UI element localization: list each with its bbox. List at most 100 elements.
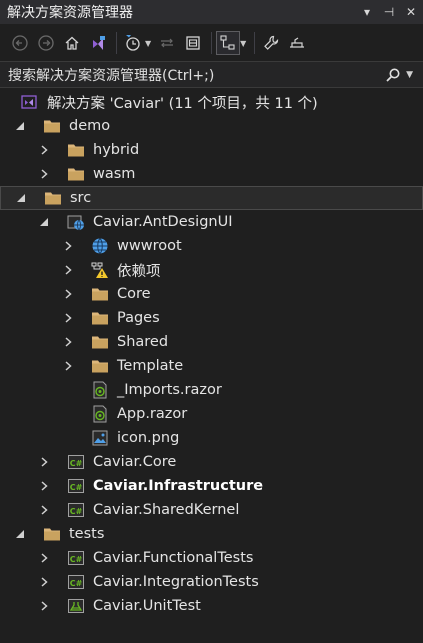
tree-item-依赖项[interactable]: 依赖项 <box>0 258 423 282</box>
tree-item-pages[interactable]: Pages <box>0 306 423 330</box>
back-button[interactable] <box>8 31 32 55</box>
collapsed-arrow-icon[interactable] <box>38 576 50 588</box>
collapsed-arrow-icon[interactable] <box>38 480 50 492</box>
tree-item-label: demo <box>69 118 111 134</box>
csharp-project-icon: C# <box>67 501 85 519</box>
title-bar: 解决方案资源管理器 ▾ ⊣ ✕ <box>0 0 423 24</box>
tree-item-label: src <box>70 190 92 206</box>
tree-item-app-razor[interactable]: App.razor <box>0 402 423 426</box>
tree-item-label: Caviar.AntDesignUI <box>93 214 233 230</box>
collapsed-arrow-icon[interactable] <box>62 264 74 276</box>
sync-arrows-icon <box>161 38 174 48</box>
tree-item-caviar-unittest[interactable]: Caviar.UnitTest <box>0 594 423 618</box>
expanded-arrow-icon[interactable] <box>14 120 26 132</box>
tree-item-hybrid[interactable]: hybrid <box>0 138 423 162</box>
collapsed-arrow-icon[interactable] <box>38 600 50 612</box>
tree-item-src[interactable]: src <box>0 186 423 210</box>
tree-item-tests[interactable]: tests <box>0 522 423 546</box>
expanded-arrow-icon[interactable] <box>14 528 26 540</box>
collapsed-arrow-icon[interactable] <box>62 240 74 252</box>
tree-item-label: Caviar.SharedKernel <box>93 502 240 518</box>
tree-item-label: Caviar.UnitTest <box>93 598 201 614</box>
expanded-arrow-icon[interactable] <box>15 192 27 204</box>
pin-button[interactable]: ⊣ <box>379 2 399 22</box>
tree-item-label: Caviar.FunctionalTests <box>93 550 254 566</box>
home-button[interactable] <box>60 31 84 55</box>
folder-icon <box>43 117 61 135</box>
svg-text:C#: C# <box>70 555 83 564</box>
svg-text:C#: C# <box>70 459 83 468</box>
sync-button[interactable] <box>155 31 179 55</box>
tree-item-label: Caviar.Core <box>93 454 177 470</box>
toolbar-separator <box>254 32 256 54</box>
tree-item-imports-razor[interactable]: _Imports.razor <box>0 378 423 402</box>
folder-icon <box>44 189 62 207</box>
chevron-down-icon[interactable]: ▼ <box>240 39 246 48</box>
tree-item-caviar-integrationtests[interactable]: C# Caviar.IntegrationTests <box>0 570 423 594</box>
tree-item-label: icon.png <box>117 430 180 446</box>
window-title: 解决方案资源管理器 <box>7 5 133 21</box>
svg-text:C#: C# <box>70 507 83 516</box>
show-all-files-button[interactable] <box>216 31 241 55</box>
expanded-arrow-icon[interactable] <box>38 216 50 228</box>
collapsed-arrow-icon[interactable] <box>62 360 74 372</box>
search-input[interactable]: 搜索解决方案资源管理器(Ctrl+;) <box>8 65 384 85</box>
solution-icon <box>20 93 38 111</box>
tree-item-label: Core <box>117 286 151 302</box>
window-menu-button[interactable]: ▾ <box>357 2 377 22</box>
search-options-chevron-icon[interactable]: ▼ <box>406 70 413 80</box>
forward-button[interactable] <box>34 31 58 55</box>
home-icon <box>65 36 79 50</box>
svg-text:C#: C# <box>70 483 83 492</box>
folder-icon <box>43 525 61 543</box>
razor-file-icon <box>91 405 109 423</box>
folder-icon <box>91 285 109 303</box>
collapse-all-button[interactable] <box>181 31 205 55</box>
close-button[interactable]: ✕ <box>401 2 421 22</box>
tree-item-shared[interactable]: Shared <box>0 330 423 354</box>
tree-item-wwwroot[interactable]: wwwroot <box>0 234 423 258</box>
folder-icon <box>91 357 109 375</box>
tree-item-label: Shared <box>117 334 169 350</box>
tree-item-caviar-functionaltests[interactable]: C# Caviar.FunctionalTests <box>0 546 423 570</box>
collapsed-arrow-icon[interactable] <box>38 552 50 564</box>
collapsed-arrow-icon[interactable] <box>38 168 50 180</box>
tree-item-label: wwwroot <box>117 238 182 254</box>
tree-item-caviar-antdesignui[interactable]: Caviar.AntDesignUI <box>0 210 423 234</box>
tree-item-caviar-sharedkernel[interactable]: C# Caviar.SharedKernel <box>0 498 423 522</box>
chevron-down-icon[interactable]: ▼ <box>145 39 151 48</box>
tree-item-label: Caviar.Infrastructure <box>93 478 264 494</box>
tree-item-icon-png[interactable]: icon.png <box>0 426 423 450</box>
collapsed-arrow-icon[interactable] <box>62 336 74 348</box>
collapsed-arrow-icon[interactable] <box>62 312 74 324</box>
tree-item-caviar-core[interactable]: C# Caviar.Core <box>0 450 423 474</box>
switch-views-button[interactable] <box>86 31 110 55</box>
wrench-icon <box>264 35 279 50</box>
back-arrow-icon <box>12 35 28 51</box>
collapsed-arrow-icon[interactable] <box>38 504 50 516</box>
toolbar: ▼ ▼ <box>0 26 423 60</box>
search-box[interactable]: 搜索解决方案资源管理器(Ctrl+;) ▼ <box>0 61 423 88</box>
tree-item-template[interactable]: Template <box>0 354 423 378</box>
tree-item-label: Pages <box>117 310 160 326</box>
collapse-all-icon <box>186 36 200 50</box>
tree-item-caviar-infrastructure[interactable]: C# Caviar.Infrastructure <box>0 474 423 498</box>
razor-file-icon <box>91 381 109 399</box>
tree-item-label: wasm <box>93 166 136 182</box>
tree-item-demo[interactable]: demo <box>0 114 423 138</box>
clock-filter-icon <box>126 35 140 51</box>
folder-icon <box>91 309 109 327</box>
properties-button[interactable] <box>259 31 283 55</box>
collapsed-arrow-icon[interactable] <box>38 456 50 468</box>
collapsed-arrow-icon[interactable] <box>38 144 50 156</box>
tree-item-core[interactable]: Core <box>0 282 423 306</box>
preview-selected-items-button[interactable] <box>285 31 309 55</box>
folder-icon <box>67 141 85 159</box>
collapsed-arrow-icon[interactable] <box>62 288 74 300</box>
image-file-icon <box>91 429 109 447</box>
solution-node[interactable]: 解决方案 'Caviar' (11 个项目，共 11 个) <box>0 90 423 114</box>
search-icon[interactable] <box>384 66 402 84</box>
pending-changes-filter-button[interactable] <box>121 31 145 55</box>
tree-item-label: tests <box>69 526 105 542</box>
tree-item-wasm[interactable]: wasm <box>0 162 423 186</box>
